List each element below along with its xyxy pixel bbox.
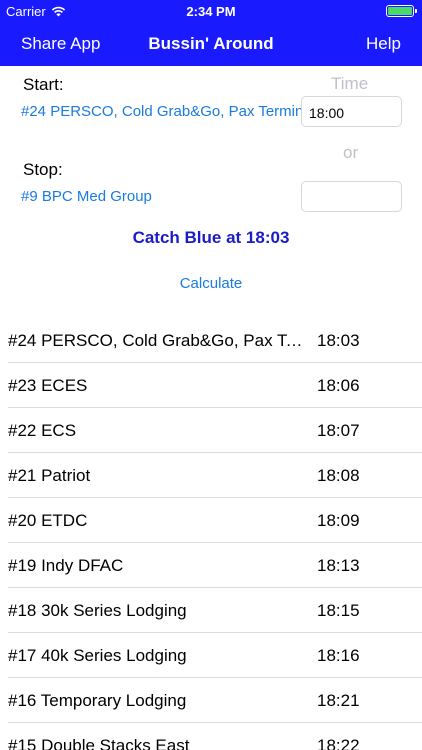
list-item[interactable]: #20 ETDC 18:09 [0,498,422,543]
stop-time: 18:16 [317,646,360,665]
start-stop-selector[interactable]: #24 PERSCO, Cold Grab&Go, Pax Terminal [21,103,301,120]
stop-time: 18:09 [317,511,360,530]
list-item[interactable]: #23 ECES 18:06 [0,363,422,408]
stop-time: 18:07 [317,421,360,440]
stop-time: 18:15 [317,601,360,620]
stop-selector[interactable]: #9 BPC Med Group [21,188,291,205]
stop-label: Stop: [23,160,63,179]
stop-time: 18:22 [317,736,360,750]
list-item[interactable]: #22 ECS 18:07 [0,408,422,453]
app-title: Bussin' Around [148,34,274,53]
navigation-bar: Share App Bussin' Around Help [0,22,422,66]
or-label: or [343,143,359,162]
stop-name: #19 Indy DFAC [8,556,124,575]
list-item[interactable]: #24 PERSCO, Cold Grab&Go, Pax Te... 18:03 [0,318,422,363]
result-text: Catch Blue at 18:03 [132,228,290,247]
stop-name: #23 ECES [8,376,88,395]
list-item[interactable]: #21 Patriot 18:08 [0,453,422,498]
status-bar: Carrier 2:34 PM [0,0,422,22]
stop-name: #18 30k Series Lodging [8,601,187,620]
list-item[interactable]: #16 Temporary Lodging 18:21 [0,678,422,723]
clock: 2:34 PM [186,4,236,19]
list-item[interactable]: #15 Double Stacks East 18:22 [0,723,422,750]
stop-time: 18:08 [317,466,360,485]
start-time-field[interactable]: 18:00 [301,96,402,127]
stop-time: 18:21 [317,691,360,710]
help-button[interactable]: Help [366,34,401,54]
stop-name: #16 Temporary Lodging [8,691,187,710]
list-item[interactable]: #18 30k Series Lodging 18:15 [0,588,422,633]
stop-name: #24 PERSCO, Cold Grab&Go, Pax Te... [8,331,308,350]
stop-name: #15 Double Stacks East [8,736,190,750]
stop-name: #20 ETDC [8,511,88,530]
stop-name: #17 40k Series Lodging [8,646,187,665]
battery-icon [386,5,417,17]
list-item[interactable]: #19 Indy DFAC 18:13 [0,543,422,588]
stop-time: 18:13 [317,556,360,575]
stop-time-field[interactable] [301,181,402,212]
list-item[interactable]: #17 40k Series Lodging 18:16 [0,633,422,678]
time-label: Time [331,74,369,93]
calculate-button[interactable]: Calculate [0,275,422,292]
stop-list: #24 PERSCO, Cold Grab&Go, Pax Te... 18:03… [0,318,422,750]
stop-name: #21 Patriot [8,466,91,485]
stop-time: 18:06 [317,376,360,395]
start-label: Start: [23,75,64,94]
stop-name: #22 ECS [8,421,77,440]
stop-time: 18:03 [317,331,360,350]
